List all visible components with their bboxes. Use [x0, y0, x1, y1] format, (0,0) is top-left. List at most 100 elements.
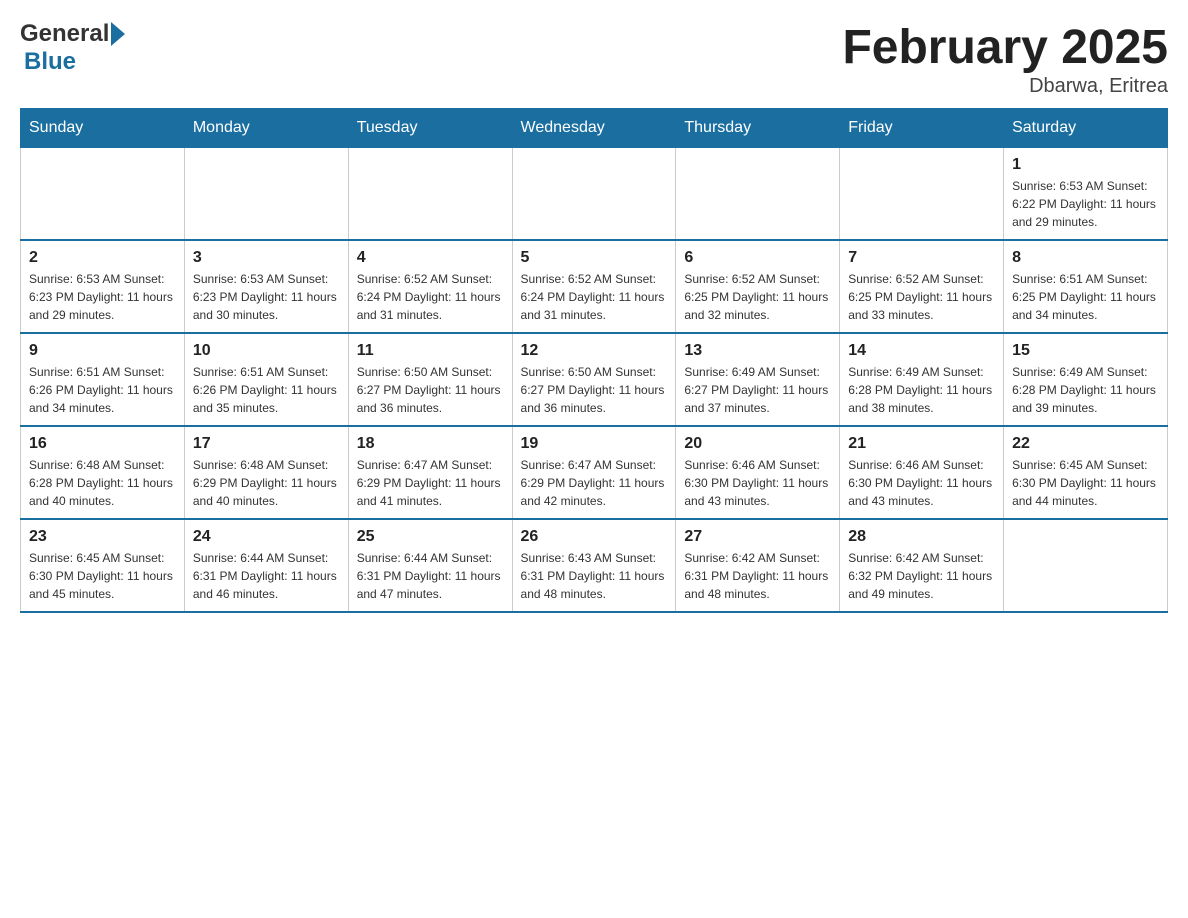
day-header-saturday: Saturday [1004, 109, 1168, 148]
day-info: Sunrise: 6:45 AM Sunset: 6:30 PM Dayligh… [29, 549, 176, 603]
day-info: Sunrise: 6:53 AM Sunset: 6:22 PM Dayligh… [1012, 177, 1159, 231]
day-info: Sunrise: 6:49 AM Sunset: 6:27 PM Dayligh… [684, 363, 831, 417]
day-info: Sunrise: 6:50 AM Sunset: 6:27 PM Dayligh… [357, 363, 504, 417]
day-number: 26 [521, 528, 668, 546]
calendar-cell: 28 Sunrise: 6:42 AM Sunset: 6:32 PM Dayli… [840, 519, 1004, 612]
day-info: Sunrise: 6:46 AM Sunset: 6:30 PM Dayligh… [684, 456, 831, 510]
calendar-cell: 14Sunrise: 6:49 AM Sunset: 6:28 PM Dayli… [840, 333, 1004, 426]
day-info: Sunrise: 6:42 AM Sunset: 6:31 PM Dayligh… [684, 549, 831, 603]
day-info: Sunrise: 6:52 AM Sunset: 6:24 PM Dayligh… [521, 270, 668, 324]
calendar-cell: 10Sunrise: 6:51 AM Sunset: 6:26 PM Dayli… [184, 333, 348, 426]
day-info: Sunrise: 6:51 AM Sunset: 6:26 PM Dayligh… [29, 363, 176, 417]
day-header-thursday: Thursday [676, 109, 840, 148]
day-info: Sunrise: 6:44 AM Sunset: 6:31 PM Dayligh… [357, 549, 504, 603]
calendar-cell: 3 Sunrise: 6:53 AM Sunset: 6:23 PM Daylig… [184, 240, 348, 333]
day-info: Sunrise: 6:47 AM Sunset: 6:29 PM Dayligh… [521, 456, 668, 510]
day-number: 15 [1012, 342, 1159, 360]
calendar-cell: 12 Sunrise: 6:50 AM Sunset: 6:27 PM Dayli… [512, 333, 676, 426]
calendar-week-1: 1 Sunrise: 6:53 AM Sunset: 6:22 PM Daylig… [21, 148, 1168, 241]
day-info: Sunrise: 6:52 AM Sunset: 6:25 PM Dayligh… [848, 270, 995, 324]
calendar-week-3: 9 Sunrise: 6:51 AM Sunset: 6:26 PM Daylig… [21, 333, 1168, 426]
day-number: 21 [848, 435, 995, 453]
day-number: 16 [29, 435, 176, 453]
calendar-cell [840, 148, 1004, 241]
calendar-cell: 19 Sunrise: 6:47 AM Sunset: 6:29 PM Dayli… [512, 426, 676, 519]
page-header: General Blue February 2025 Dbarwa, Eritr… [20, 20, 1168, 98]
calendar-cell: 20 Sunrise: 6:46 AM Sunset: 6:30 PM Dayli… [676, 426, 840, 519]
day-header-tuesday: Tuesday [348, 109, 512, 148]
day-info: Sunrise: 6:42 AM Sunset: 6:32 PM Dayligh… [848, 549, 995, 603]
calendar-cell: 5 Sunrise: 6:52 AM Sunset: 6:24 PM Daylig… [512, 240, 676, 333]
day-info: Sunrise: 6:46 AM Sunset: 6:30 PM Dayligh… [848, 456, 995, 510]
day-number: 14 [848, 342, 995, 360]
day-number: 4 [357, 249, 504, 267]
calendar-cell: 24 Sunrise: 6:44 AM Sunset: 6:31 PM Dayli… [184, 519, 348, 612]
day-info: Sunrise: 6:52 AM Sunset: 6:25 PM Dayligh… [684, 270, 831, 324]
day-header-sunday: Sunday [21, 109, 185, 148]
day-info: Sunrise: 6:53 AM Sunset: 6:23 PM Dayligh… [193, 270, 340, 324]
calendar-cell: 26 Sunrise: 6:43 AM Sunset: 6:31 PM Dayli… [512, 519, 676, 612]
day-number: 24 [193, 528, 340, 546]
day-number: 22 [1012, 435, 1159, 453]
day-info: Sunrise: 6:45 AM Sunset: 6:30 PM Dayligh… [1012, 456, 1159, 510]
calendar-cell: 22 Sunrise: 6:45 AM Sunset: 6:30 PM Dayli… [1004, 426, 1168, 519]
day-header-monday: Monday [184, 109, 348, 148]
calendar-cell: 7 Sunrise: 6:52 AM Sunset: 6:25 PM Daylig… [840, 240, 1004, 333]
calendar-cell: 4Sunrise: 6:52 AM Sunset: 6:24 PM Daylig… [348, 240, 512, 333]
calendar-header: SundayMondayTuesdayWednesdayThursdayFrid… [21, 109, 1168, 148]
calendar-cell: 21 Sunrise: 6:46 AM Sunset: 6:30 PM Dayli… [840, 426, 1004, 519]
day-header-wednesday: Wednesday [512, 109, 676, 148]
day-number: 5 [521, 249, 668, 267]
day-number: 17 [193, 435, 340, 453]
day-number: 28 [848, 528, 995, 546]
day-info: Sunrise: 6:47 AM Sunset: 6:29 PM Dayligh… [357, 456, 504, 510]
day-number: 18 [357, 435, 504, 453]
calendar-cell [1004, 519, 1168, 612]
calendar-cell: 16 Sunrise: 6:48 AM Sunset: 6:28 PM Dayli… [21, 426, 185, 519]
day-number: 12 [521, 342, 668, 360]
day-number: 23 [29, 528, 176, 546]
calendar-cell: 2Sunrise: 6:53 AM Sunset: 6:23 PM Daylig… [21, 240, 185, 333]
day-number: 2 [29, 249, 176, 267]
calendar-cell: 9 Sunrise: 6:51 AM Sunset: 6:26 PM Daylig… [21, 333, 185, 426]
location-text: Dbarwa, Eritrea [842, 75, 1168, 98]
day-info: Sunrise: 6:50 AM Sunset: 6:27 PM Dayligh… [521, 363, 668, 417]
logo: General Blue [20, 20, 125, 76]
day-number: 20 [684, 435, 831, 453]
calendar-cell: 6 Sunrise: 6:52 AM Sunset: 6:25 PM Daylig… [676, 240, 840, 333]
day-info: Sunrise: 6:48 AM Sunset: 6:29 PM Dayligh… [193, 456, 340, 510]
calendar-cell: 8Sunrise: 6:51 AM Sunset: 6:25 PM Daylig… [1004, 240, 1168, 333]
day-number: 19 [521, 435, 668, 453]
day-info: Sunrise: 6:51 AM Sunset: 6:25 PM Dayligh… [1012, 270, 1159, 324]
calendar-cell: 25Sunrise: 6:44 AM Sunset: 6:31 PM Dayli… [348, 519, 512, 612]
day-header-friday: Friday [840, 109, 1004, 148]
day-number: 1 [1012, 156, 1159, 174]
calendar-cell: 27 Sunrise: 6:42 AM Sunset: 6:31 PM Dayli… [676, 519, 840, 612]
day-info: Sunrise: 6:48 AM Sunset: 6:28 PM Dayligh… [29, 456, 176, 510]
month-title: February 2025 [842, 20, 1168, 75]
calendar-week-4: 16 Sunrise: 6:48 AM Sunset: 6:28 PM Dayli… [21, 426, 1168, 519]
calendar-cell [184, 148, 348, 241]
day-number: 6 [684, 249, 831, 267]
day-number: 27 [684, 528, 831, 546]
day-number: 11 [357, 342, 504, 360]
title-section: February 2025 Dbarwa, Eritrea [842, 20, 1168, 98]
day-number: 9 [29, 342, 176, 360]
day-number: 10 [193, 342, 340, 360]
calendar-cell: 23 Sunrise: 6:45 AM Sunset: 6:30 PM Dayli… [21, 519, 185, 612]
calendar-table: SundayMondayTuesdayWednesdayThursdayFrid… [20, 108, 1168, 613]
calendar-cell: 1 Sunrise: 6:53 AM Sunset: 6:22 PM Daylig… [1004, 148, 1168, 241]
day-number: 3 [193, 249, 340, 267]
calendar-cell: 15 Sunrise: 6:49 AM Sunset: 6:28 PM Dayli… [1004, 333, 1168, 426]
logo-general-text: General [20, 20, 109, 48]
calendar-week-2: 2 Sunrise: 6:53 AM Sunset: 6:23 PM Daylig… [21, 240, 1168, 333]
day-number: 13 [684, 342, 831, 360]
calendar-cell: 18 Sunrise: 6:47 AM Sunset: 6:29 PM Dayli… [348, 426, 512, 519]
day-info: Sunrise: 6:49 AM Sunset: 6:28 PM Dayligh… [1012, 363, 1159, 417]
day-number: 7 [848, 249, 995, 267]
day-info: Sunrise: 6:43 AM Sunset: 6:31 PM Dayligh… [521, 549, 668, 603]
calendar-week-5: 23 Sunrise: 6:45 AM Sunset: 6:30 PM Dayli… [21, 519, 1168, 612]
day-info: Sunrise: 6:44 AM Sunset: 6:31 PM Dayligh… [193, 549, 340, 603]
calendar-cell [21, 148, 185, 241]
calendar-body: 1 Sunrise: 6:53 AM Sunset: 6:22 PM Daylig… [21, 148, 1168, 613]
